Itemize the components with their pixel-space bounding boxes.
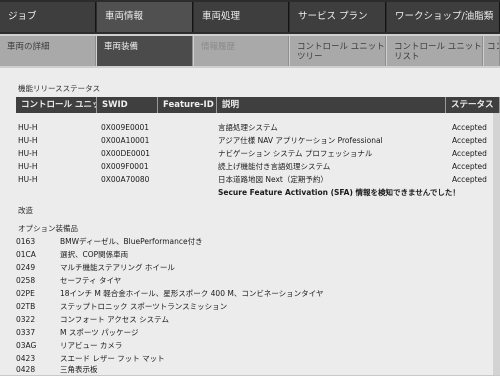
option-code: 0258 (16, 276, 36, 285)
subtab-control-unit-list[interactable]: コントロール ユニット リスト (387, 36, 483, 66)
col-header-status[interactable]: ステータス (446, 97, 500, 113)
subtab-control-unit-tree[interactable]: コントロール ユニット ツリー (290, 36, 386, 66)
option-name: 三角表示板 (60, 365, 98, 374)
release-status-title: 機能リリースステータス (18, 84, 101, 93)
cell-unit: HU-H (18, 162, 38, 171)
option-code: 0322 (16, 315, 36, 324)
main-tab-bar: ジョブ 車両情報 車両処理 サービス プラン ワークショップ/油脂類 (0, 0, 500, 34)
scrollbar[interactable] (493, 113, 500, 375)
cell-swid: 0X00A70080 (101, 175, 150, 184)
option-name: BMWディーゼル、BluePerformance付き (60, 237, 203, 246)
option-code: 03AG (16, 341, 37, 350)
cell-unit: HU-H (18, 123, 38, 132)
col-header-swid[interactable]: SWID (97, 97, 158, 113)
option-name: 選択、COP関係車両 (60, 250, 129, 259)
tab-workshop-fluids[interactable]: ワークショップ/油脂類 (387, 2, 500, 32)
tab-job[interactable]: ジョブ (0, 2, 96, 32)
option-name: リアビュー カメラ (60, 341, 123, 350)
tab-service-plan[interactable]: サービス プラン (290, 2, 386, 32)
options-title: オプション装備品 (18, 224, 78, 233)
cell-swid: 0X009F0001 (101, 162, 149, 171)
cell-swid: 0X00DE0001 (101, 149, 151, 158)
cell-unit: HU-H (18, 136, 38, 145)
option-code: 0249 (16, 263, 36, 272)
option-code: 0428 (16, 365, 36, 374)
option-name: M スポーツ パッケージ (60, 328, 139, 337)
cell-unit: HU-H (18, 175, 38, 184)
col-header-unit[interactable]: コントロール ユニット (16, 97, 97, 113)
cell-swid: 0X009E0001 (101, 123, 150, 132)
revision-label: 改造 (18, 206, 33, 215)
sub-tab-bar: 車両の詳細 車両装備 情報履歴 コントロール ユニット ツリー コントロール ユ… (0, 34, 500, 68)
option-name: マルチ機能ステアリング ホイール (60, 263, 175, 272)
content-panel: 機能リリースステータス コントロール ユニット SWID Feature-ID … (0, 68, 500, 375)
option-name: セーフティ タイヤ (60, 276, 122, 285)
subtab-vehicle-details[interactable]: 車両の詳細 (0, 36, 96, 66)
subtab-vehicle-equipment[interactable]: 車両装備 (97, 36, 193, 66)
option-code: 01CA (16, 250, 36, 259)
option-code: 02TB (16, 302, 36, 311)
table-row[interactable]: HU-H 0X009E0001 言語処理システム Accepted (16, 122, 500, 134)
option-code: 02PE (16, 289, 35, 298)
subtab-info-history[interactable]: 情報履歴 (194, 36, 289, 66)
table-row[interactable]: HU-H 0X00DE0001 ナビゲーション システム プロフェッショナル A… (16, 148, 500, 160)
table-row[interactable]: HU-H 0X00A70080 日本道路地図 Next（定期予約） Accept… (16, 174, 500, 186)
tab-vehicle-processing[interactable]: 車両処理 (194, 2, 289, 32)
table-header: コントロール ユニット SWID Feature-ID 説明 ステータス (16, 97, 500, 113)
option-name: コンフォート アクセス システム (60, 315, 169, 324)
table-row[interactable]: HU-H 0X009F0001 読上げ機能付き言語処理システム Accepted (16, 161, 500, 173)
col-header-description[interactable]: 説明 (217, 97, 446, 113)
subtab-more[interactable]: コン (484, 36, 500, 66)
tab-vehicle-info[interactable]: 車両情報 (97, 2, 193, 32)
table-row[interactable]: HU-H 0X00A10001 アジア仕様 NAV アプリケーション Profe… (16, 135, 500, 147)
cell-unit: HU-H (18, 149, 38, 158)
col-header-feature-id[interactable]: Feature-ID (158, 97, 217, 113)
screen: ジョブ 車両情報 車両処理 サービス プラン ワークショップ/油脂類 車両の詳細… (0, 0, 500, 375)
option-code: 0337 (16, 328, 36, 337)
option-name: ステップトロニック スポーツトランスミッション (60, 302, 228, 311)
option-name: 18インチ M 軽合金ホイール、星形スポーク 400 M、コンビネーションタイヤ (60, 289, 324, 298)
cell-swid: 0X00A10001 (101, 136, 150, 145)
sfa-warning: Secure Feature Activation (SFA) 情報を検知できま… (218, 188, 460, 197)
option-code: 0163 (16, 237, 36, 246)
